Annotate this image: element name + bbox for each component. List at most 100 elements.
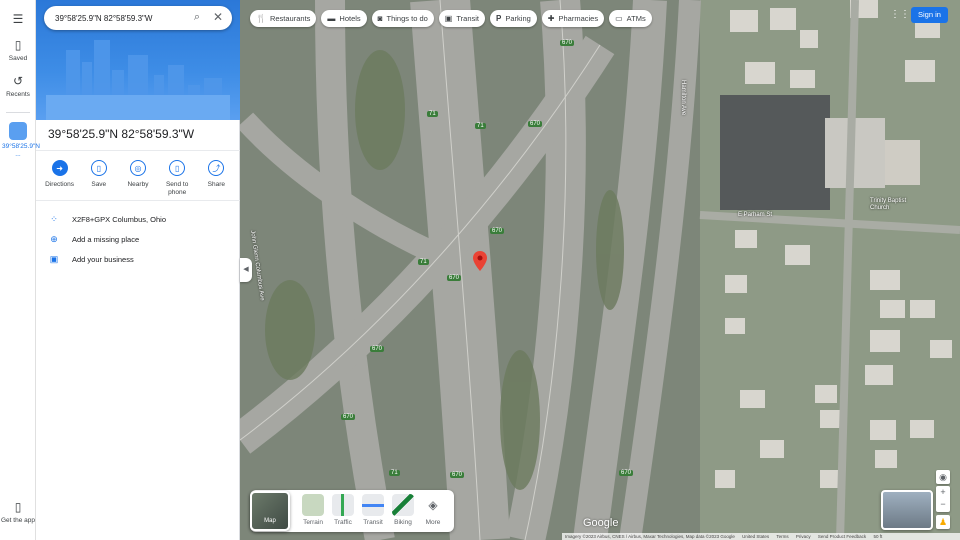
map-type-toggle[interactable]: Map: [250, 491, 290, 531]
chip-pharmacies[interactable]: ✚ Pharmacies: [541, 10, 605, 27]
send-to-phone-button[interactable]: ▯ Send to phone: [159, 158, 195, 197]
get-app-button[interactable]: ▯ Get the app: [0, 500, 36, 525]
layer-label: Transit: [363, 519, 383, 526]
highway-670-shield: 670: [450, 472, 465, 478]
chip-label: Hotels: [339, 14, 361, 23]
pegman-icon: ♟: [938, 517, 948, 527]
directions-label: Directions: [45, 181, 75, 188]
chip-label: Parking: [505, 14, 531, 23]
minus-icon: −: [940, 499, 946, 509]
close-icon[interactable]: ✕: [213, 10, 223, 24]
highway-670-shield: 670: [341, 414, 356, 420]
chip-hotels[interactable]: ▬ Hotels: [321, 10, 367, 27]
biking-icon: [392, 494, 414, 516]
chip-label: Things to do: [386, 14, 428, 23]
map-type-label: Map: [264, 518, 276, 524]
history-icon: ↺: [12, 74, 24, 88]
street-label-hamilton: Hamilton Ave: [680, 80, 686, 116]
layer-more[interactable]: ◈ More: [420, 494, 446, 526]
imagery-credit: Imagery ©2023 Airbus, CNES / Airbus, Max…: [565, 534, 735, 539]
sign-in-button[interactable]: Sign in: [911, 7, 948, 23]
plus-code-text: X2F8+GPX Columbus, Ohio: [72, 214, 167, 224]
hotel-icon: ▬: [327, 14, 336, 23]
layer-traffic[interactable]: Traffic: [330, 494, 356, 526]
chevron-left-icon: ◀: [243, 266, 249, 273]
church-label: Trinity Baptist Church: [870, 198, 907, 211]
search-input[interactable]: [55, 6, 175, 30]
apps-grid-icon[interactable]: ⋮⋮: [890, 9, 910, 21]
collapse-panel-button[interactable]: ◀: [240, 258, 252, 282]
search-icon[interactable]: ⌕: [194, 11, 200, 24]
chip-atms[interactable]: ▭ ATMs: [609, 10, 652, 27]
saved-label: Saved: [8, 55, 28, 62]
attribution-bar: Imagery ©2023 Airbus, CNES / Airbus, Max…: [562, 533, 960, 540]
layers-icon: ◈: [428, 498, 438, 512]
menu-button[interactable]: ☰: [0, 12, 36, 29]
highway-670-shield: 670: [528, 121, 543, 127]
camera-icon: ◙: [377, 14, 383, 23]
terms-link[interactable]: Terms: [776, 534, 788, 539]
privacy-link[interactable]: Privacy: [796, 534, 811, 539]
layer-biking[interactable]: Biking: [390, 494, 416, 526]
zoom-out-button[interactable]: −: [936, 498, 950, 510]
chip-parking[interactable]: P Parking: [490, 10, 537, 27]
nearby-label: Nearby: [127, 181, 149, 188]
add-missing-place-row[interactable]: ⊕ Add a missing place: [48, 231, 139, 247]
layer-terrain[interactable]: Terrain: [300, 494, 326, 526]
highway-670-shield: 670: [370, 346, 385, 352]
plus-code-row[interactable]: ⁘ X2F8+GPX Columbus, Ohio: [48, 211, 166, 227]
highway-670-shield: 670: [490, 228, 505, 234]
share-label: Share: [207, 181, 226, 188]
plus-code-icon: ⁘: [50, 213, 58, 224]
plus-icon: +: [940, 487, 946, 497]
place-thumbnail: [9, 122, 27, 140]
chip-label: Pharmacies: [558, 14, 599, 23]
google-logo: Google: [583, 517, 619, 529]
recents-label: Recents: [6, 91, 30, 98]
divider: [36, 200, 240, 201]
nearby-button[interactable]: ◎ Nearby: [120, 158, 156, 197]
saved-button[interactable]: ▯ Saved: [0, 38, 36, 62]
chip-label: Restaurants: [269, 14, 311, 23]
phone-icon: ▯: [169, 160, 186, 176]
add-business-row[interactable]: ▣ Add your business: [48, 251, 134, 267]
add-missing-place-text: Add a missing place: [72, 234, 140, 244]
phone-icon: ▯: [14, 500, 22, 514]
feedback-link[interactable]: Send Product Feedback: [818, 534, 866, 539]
rail-divider: [6, 112, 30, 113]
left-rail: ☰ ▯ Saved ↺ Recents 39°58'25.9"N ... ▯ G…: [0, 0, 40, 540]
bookmark-icon: ▯: [14, 38, 22, 52]
chip-things-to-do[interactable]: ◙ Things to do: [371, 10, 434, 27]
add-location-icon: ⊕: [50, 233, 58, 244]
highway-670-shield: 670: [560, 40, 575, 46]
directions-button[interactable]: ➜ Directions: [42, 158, 78, 197]
recents-button[interactable]: ↺ Recents: [0, 74, 36, 98]
share-icon: ⤴: [208, 160, 225, 176]
chip-restaurants[interactable]: 🍴 Restaurants: [250, 10, 317, 27]
street-view-preview[interactable]: [881, 490, 933, 530]
restaurant-icon: 🍴: [256, 14, 266, 23]
layer-label: More: [425, 519, 441, 526]
my-location-button[interactable]: ◉: [936, 470, 950, 484]
menu-icon: ☰: [12, 12, 24, 26]
add-business-text: Add your business: [72, 254, 134, 264]
place-panel: 39°58'25.9"N 82°58'59.3"W ➜ Directions ▯…: [36, 0, 240, 540]
location-pin-icon[interactable]: [473, 251, 487, 271]
save-button[interactable]: ▯ Save: [81, 158, 117, 197]
chip-label: ATMs: [626, 14, 646, 23]
chip-label: Transit: [456, 14, 480, 23]
nearby-icon: ◎: [129, 160, 146, 176]
directions-icon: ➜: [51, 160, 68, 176]
category-chips: 🍴 Restaurants ▬ Hotels ◙ Things to do ▣ Tran…: [250, 10, 652, 27]
share-button[interactable]: ⤴ Share: [198, 158, 234, 197]
layer-label: Traffic: [334, 519, 352, 526]
street-label-parham: E Parham St: [738, 212, 773, 218]
recent-place-button[interactable]: 39°58'25.9"N ...: [0, 122, 40, 159]
highway-71-shield: 71: [389, 470, 400, 476]
search-box: ⌕ ✕: [44, 6, 232, 30]
chip-transit[interactable]: ▣ Transit: [438, 10, 486, 27]
zoom-in-button[interactable]: +: [936, 486, 950, 498]
street-view-pegman[interactable]: ♟: [936, 515, 950, 529]
layer-transit[interactable]: Transit: [360, 494, 386, 526]
scale-bar[interactable]: 50 ft: [873, 534, 882, 539]
